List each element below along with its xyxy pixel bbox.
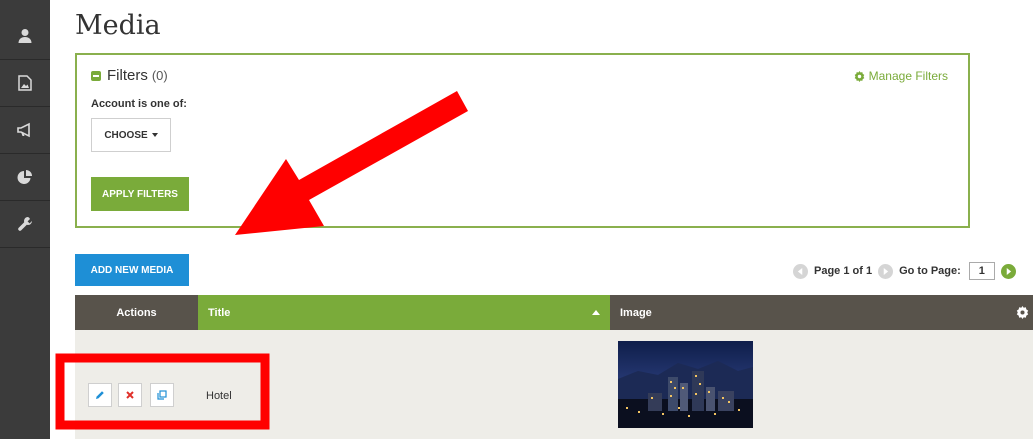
row-title: Hotel <box>206 390 232 402</box>
wrench-icon <box>18 217 32 231</box>
edit-button[interactable] <box>88 383 112 407</box>
goto-page-label: Go to Page: <box>899 265 961 277</box>
filters-panel: Filters (0) Manage Filters Account is on… <box>75 53 970 228</box>
pie-chart-icon <box>17 170 32 184</box>
account-filter-label: Account is one of: <box>91 98 187 110</box>
prev-page-button[interactable] <box>793 263 808 279</box>
pencil-icon <box>96 391 104 399</box>
column-title-label: Title <box>208 306 231 319</box>
filters-title: Filters <box>107 67 148 84</box>
choose-dropdown[interactable]: CHOOSE <box>91 118 171 152</box>
go-button[interactable] <box>1000 263 1016 279</box>
collapse-minus-icon[interactable] <box>91 70 101 81</box>
user-icon <box>18 29 32 43</box>
sidebar-item-settings[interactable] <box>0 201 50 248</box>
image-file-icon <box>18 75 32 91</box>
sidebar-item-media[interactable] <box>0 60 50 107</box>
chevron-left-icon <box>797 267 803 275</box>
choose-label: CHOOSE <box>104 129 148 141</box>
copy-icon <box>157 390 167 400</box>
megaphone-icon <box>17 122 30 138</box>
chevron-right-icon <box>883 267 889 275</box>
filters-count: (0) <box>151 68 168 83</box>
sort-ascending-icon <box>592 310 600 315</box>
table-row: Hotel <box>75 330 1033 439</box>
goto-page-input[interactable]: 1 <box>968 262 995 280</box>
column-actions: Actions <box>75 295 198 330</box>
apply-filters-button[interactable]: APPLY FILTERS <box>91 177 189 211</box>
gear-icon <box>854 70 864 82</box>
sidebar-item-user[interactable] <box>0 13 50 60</box>
sidebar-item-reports[interactable] <box>0 154 50 201</box>
column-image-label: Image <box>620 306 652 319</box>
manage-filters-link[interactable]: Manage Filters <box>854 69 948 83</box>
pagination: Page 1 of 1 Go to Page: 1 <box>793 262 1016 280</box>
table-header: Actions Title Image <box>75 295 1033 330</box>
next-page-button[interactable] <box>878 263 894 279</box>
chevron-right-icon <box>1006 267 1011 275</box>
caret-down-icon <box>151 133 158 137</box>
page-title: Media <box>75 10 161 41</box>
add-new-media-button[interactable]: ADD NEW MEDIA <box>75 254 189 286</box>
manage-filters-label: Manage Filters <box>868 69 948 83</box>
sidebar-item-campaigns[interactable] <box>0 107 50 154</box>
media-thumbnail[interactable] <box>618 341 753 428</box>
gear-icon[interactable] <box>1016 306 1029 319</box>
filters-header[interactable]: Filters (0) <box>91 67 168 84</box>
sidebar <box>0 0 50 439</box>
page-info: Page 1 of 1 <box>814 265 873 277</box>
column-image[interactable]: Image <box>610 295 1033 330</box>
close-icon <box>126 391 134 399</box>
copy-button[interactable] <box>150 383 174 407</box>
column-title[interactable]: Title <box>198 295 610 330</box>
delete-button[interactable] <box>118 383 142 407</box>
